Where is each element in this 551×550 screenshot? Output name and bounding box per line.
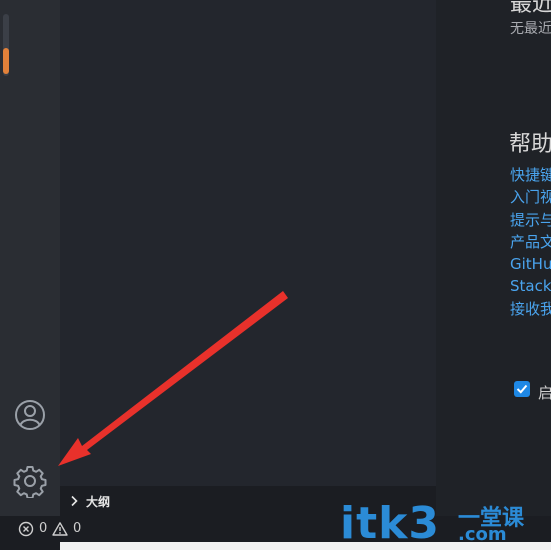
activity-scroll-thumb[interactable]: [3, 48, 9, 74]
error-icon: [18, 521, 34, 537]
problems-warnings[interactable]: 0: [52, 520, 86, 538]
help-link-github[interactable]: GitHu: [510, 253, 551, 275]
help-link-intro-videos[interactable]: 入门视: [510, 186, 551, 208]
activity-bar: [0, 0, 60, 516]
help-link-product-docs[interactable]: 产品文: [510, 231, 551, 253]
chevron-right-icon: [71, 495, 78, 507]
account-icon[interactable]: [13, 398, 47, 432]
help-links: 快捷键 入门视 提示与 产品文 GitHu Stack 接收我: [510, 164, 551, 320]
watermark: itk3 一堂课 .com: [340, 498, 540, 550]
warning-icon: [52, 522, 68, 536]
show-on-startup-label: 启: [538, 384, 551, 402]
recent-empty-text: 无最近: [510, 21, 551, 37]
help-link-keyboard-shortcuts[interactable]: 快捷键: [510, 164, 551, 186]
recent-title: 最近: [510, 0, 551, 17]
checkbox-icon: [516, 384, 528, 394]
help-link-tips-and-tricks[interactable]: 提示与: [510, 209, 551, 231]
activity-scrollbar[interactable]: [3, 14, 9, 76]
show-on-startup-checkbox[interactable]: [514, 381, 530, 397]
watermark-text: itk3: [340, 498, 440, 549]
side-panel: [60, 0, 436, 516]
problems-errors[interactable]: 0: [18, 520, 50, 538]
help-link-newsletter[interactable]: 接收我: [510, 298, 551, 320]
watermark-domain: .com: [458, 524, 507, 545]
warning-count: 0: [73, 521, 82, 536]
help-link-stack-overflow[interactable]: Stack: [510, 275, 551, 297]
gear-icon[interactable]: [13, 464, 47, 499]
outline-label: 大纲: [86, 495, 111, 509]
help-title: 帮助: [509, 132, 551, 157]
welcome-editor: 最近 无最近 帮助 快捷键 入门视 提示与 产品文 GitHu Stack 接收…: [436, 0, 551, 516]
error-count: 0: [39, 521, 48, 536]
